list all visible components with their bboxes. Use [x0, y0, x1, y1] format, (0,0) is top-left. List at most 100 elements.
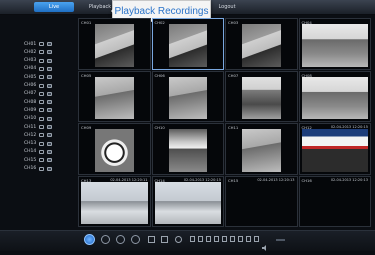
- camera-feed: [301, 76, 368, 119]
- camera-tile[interactable]: CH13 02-04-2013 12:20:11: [78, 175, 151, 227]
- channel-row[interactable]: CH08: [24, 98, 52, 106]
- channel-row[interactable]: CH07: [24, 90, 52, 98]
- camera-tile[interactable]: CH14 02-04-2013 12:20:15: [151, 175, 224, 227]
- camera-tile[interactable]: CH02: [151, 18, 224, 70]
- layout-4-icon[interactable]: [198, 236, 203, 242]
- timestamp: 02-04-2013 12:20:15: [183, 177, 221, 182]
- layout-8-icon[interactable]: [206, 236, 211, 242]
- single-view-icon[interactable]: [148, 236, 155, 243]
- camera-icon[interactable]: [39, 141, 44, 146]
- channel-row[interactable]: CH16: [24, 165, 52, 173]
- playback-icon[interactable]: [101, 235, 110, 244]
- camera-tile[interactable]: CH12 02-04-2013 12:20:15: [298, 123, 371, 175]
- camera-feed: [95, 24, 134, 67]
- record-status-icon[interactable]: [47, 66, 52, 71]
- record-status-icon[interactable]: [47, 133, 52, 138]
- channel-row[interactable]: CH12: [24, 131, 52, 139]
- channel-row[interactable]: CH10: [24, 115, 52, 123]
- channel-row[interactable]: CH15: [24, 156, 52, 164]
- camera-tile[interactable]: CH09: [78, 123, 151, 175]
- camera-feed: [242, 76, 281, 119]
- camera-icon[interactable]: [39, 125, 44, 129]
- record-status-icon[interactable]: [47, 91, 52, 96]
- record-status-icon[interactable]: [47, 116, 52, 121]
- camera-tile[interactable]: CH16 02-04-2013 12:20:13: [298, 175, 371, 227]
- record-status-icon[interactable]: [47, 158, 52, 163]
- camera-feed: [95, 129, 134, 172]
- channel-label: CH13: [24, 141, 37, 147]
- camera-tile[interactable]: CH10: [151, 123, 224, 175]
- camera-icon[interactable]: [39, 75, 44, 80]
- camera-icon[interactable]: [39, 50, 44, 55]
- record-status-icon[interactable]: [47, 149, 52, 154]
- channel-row[interactable]: CH02: [24, 48, 52, 56]
- tab-logout[interactable]: Logout: [212, 2, 242, 12]
- camera-icon[interactable]: [39, 66, 44, 71]
- sequence-icon[interactable]: [230, 236, 235, 242]
- camera-feed: [301, 181, 368, 224]
- channel-label: CH04: [24, 66, 37, 72]
- channel-row[interactable]: CH14: [24, 148, 52, 156]
- channel-label: CH07: [24, 91, 37, 97]
- record-icon[interactable]: [175, 236, 182, 243]
- channel-row[interactable]: CH06: [24, 82, 52, 90]
- zoom-icon[interactable]: [238, 236, 243, 242]
- record-status-icon[interactable]: [47, 100, 52, 105]
- record-status-icon[interactable]: [47, 125, 52, 129]
- ptz-icon[interactable]: [254, 236, 259, 242]
- camera-icon[interactable]: [39, 42, 44, 46]
- channel-label: CH14: [154, 177, 165, 183]
- volume-icon[interactable]: [262, 236, 267, 251]
- camera-icon[interactable]: [39, 91, 44, 96]
- camera-icon[interactable]: [39, 108, 44, 113]
- layout-16-icon[interactable]: [222, 236, 227, 242]
- record-status-icon[interactable]: [47, 50, 52, 55]
- record-status-icon[interactable]: [47, 141, 52, 146]
- quad-view-icon[interactable]: [161, 236, 168, 243]
- channel-row[interactable]: CH11: [24, 123, 52, 131]
- camera-icon[interactable]: [39, 166, 44, 171]
- camera-tile[interactable]: CH08: [298, 70, 371, 122]
- camera-icon[interactable]: [39, 58, 44, 63]
- channel-row[interactable]: CH09: [24, 106, 52, 114]
- record-status-icon[interactable]: [47, 83, 52, 88]
- camera-icon[interactable]: [39, 158, 44, 163]
- camera-tile[interactable]: CH06: [151, 70, 224, 122]
- tab-live[interactable]: Live: [34, 2, 74, 12]
- timestamp: 02-04-2013 12:20:13: [257, 177, 295, 182]
- layout-9-icon[interactable]: [214, 236, 219, 242]
- record-status-icon[interactable]: [47, 58, 52, 63]
- channel-row[interactable]: CH03: [24, 57, 52, 65]
- settings-icon[interactable]: [131, 235, 140, 244]
- camera-tile[interactable]: CH01: [78, 18, 151, 70]
- record-status-icon[interactable]: [47, 166, 52, 171]
- camera-tile[interactable]: CH03: [225, 18, 298, 70]
- search-icon[interactable]: [116, 235, 125, 244]
- record-status-icon[interactable]: [47, 75, 52, 80]
- snapshot-icon[interactable]: [246, 236, 251, 242]
- camera-tile[interactable]: CH04: [298, 18, 371, 70]
- camera-icon[interactable]: [39, 116, 44, 121]
- channel-label: CH01: [24, 41, 37, 47]
- channel-row[interactable]: CH13: [24, 140, 52, 148]
- camera-tile[interactable]: CH15 02-04-2013 12:20:13: [225, 175, 298, 227]
- camera-tile[interactable]: CH11: [225, 123, 298, 175]
- start-menu-icon[interactable]: [84, 234, 95, 245]
- channel-label: CH15: [24, 157, 37, 163]
- channel-label: CH16: [24, 166, 37, 171]
- record-status-icon[interactable]: [47, 42, 52, 46]
- record-status-icon[interactable]: [47, 108, 52, 113]
- channel-label: CH01: [81, 20, 92, 25]
- volume-slider[interactable]: [276, 239, 285, 241]
- camera-icon[interactable]: [39, 100, 44, 105]
- camera-tile[interactable]: CH05: [78, 70, 151, 122]
- camera-tile[interactable]: CH07: [225, 70, 298, 122]
- camera-icon[interactable]: [39, 83, 44, 88]
- layout-1-icon[interactable]: [190, 236, 195, 242]
- channel-row[interactable]: CH04: [24, 65, 52, 73]
- channel-row[interactable]: CH05: [24, 73, 52, 81]
- channel-row[interactable]: CH01: [24, 40, 52, 48]
- channel-label: CH06: [154, 72, 165, 78]
- camera-icon[interactable]: [39, 133, 44, 138]
- camera-icon[interactable]: [39, 149, 44, 154]
